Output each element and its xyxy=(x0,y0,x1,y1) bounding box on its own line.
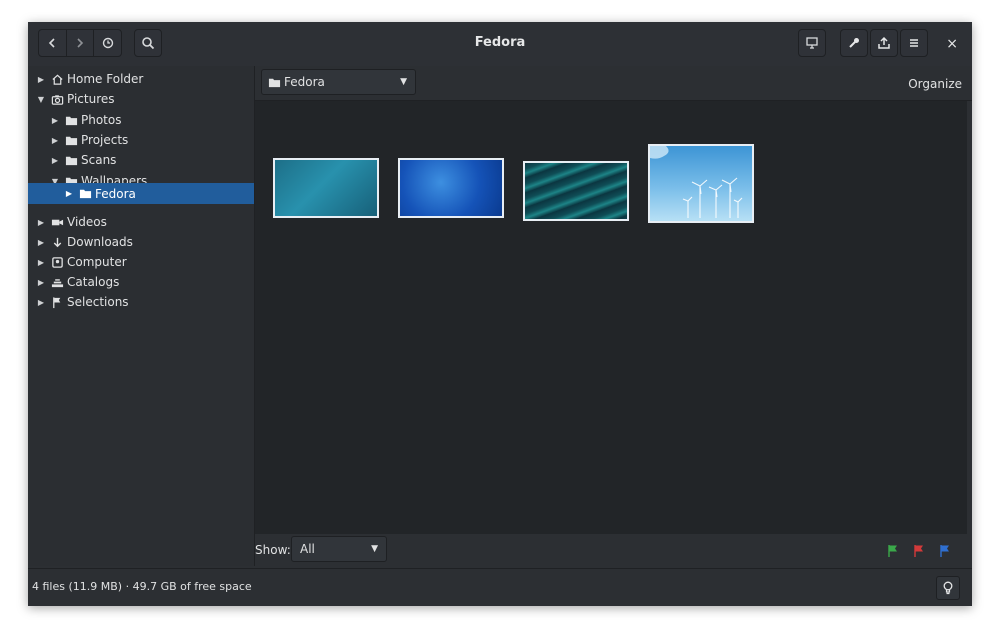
thumbnail-wallpaper-3[interactable] xyxy=(523,161,629,221)
blue-flag-icon[interactable] xyxy=(939,544,951,558)
status-text: 4 files (11.9 MB) · 49.7 GB of free spac… xyxy=(32,580,252,593)
sidebar-item-videos[interactable]: ▶ Videos xyxy=(28,212,254,232)
sidebar-item-label: Catalogs xyxy=(67,275,120,289)
share-icon xyxy=(878,36,890,49)
sidebar-item-projects[interactable]: ▶ Projects xyxy=(28,130,254,150)
expand-arrow-icon[interactable]: ▶ xyxy=(36,258,46,267)
folder-icon xyxy=(64,113,78,127)
sidebar-item-pictures[interactable]: ▼ Pictures xyxy=(28,89,254,109)
folder-icon xyxy=(268,76,281,89)
close-button[interactable]: × xyxy=(946,36,958,52)
thumbnail-wallpaper-4[interactable] xyxy=(648,144,754,223)
computer-icon xyxy=(50,255,64,269)
download-icon xyxy=(50,235,64,249)
window-title: Fedora xyxy=(474,35,526,50)
sidebar-item-label: Home Folder xyxy=(67,72,144,86)
filter-bar: Show: All ▼ xyxy=(255,534,972,568)
expand-arrow-icon[interactable]: ▶ xyxy=(36,238,46,247)
green-flag-icon[interactable] xyxy=(887,544,899,558)
sidebar-item-downloads[interactable]: ▶ Downloads xyxy=(28,232,254,252)
thumbnail-grid xyxy=(255,101,967,534)
red-flag-icon[interactable] xyxy=(913,544,925,558)
sidebar-item-fedora[interactable]: ▶ Fedora xyxy=(28,183,254,204)
camera-icon xyxy=(50,92,64,106)
sidebar-tree: ▶ Home Folder ▼ Pictures ▶ Photos ▶ Proj… xyxy=(28,66,255,566)
sidebar-item-computer[interactable]: ▶ Computer xyxy=(28,252,254,272)
expand-arrow-icon[interactable]: ▶ xyxy=(64,189,74,198)
sidebar-item-label: Projects xyxy=(81,133,129,147)
catalog-icon xyxy=(50,275,64,289)
presentation-icon xyxy=(806,37,818,49)
sidebar-item-label: Photos xyxy=(81,113,122,127)
share-button[interactable] xyxy=(870,29,898,57)
video-icon xyxy=(50,215,64,229)
header-bar: Fedora × xyxy=(28,22,972,67)
folder-icon xyxy=(64,133,78,147)
expand-arrow-icon[interactable]: ▶ xyxy=(36,75,46,84)
hamburger-icon xyxy=(910,39,918,47)
sidebar-item-catalogs[interactable]: ▶ Catalogs xyxy=(28,272,254,292)
sidebar-item-photos[interactable]: ▶ Photos xyxy=(28,110,254,130)
folder-combo[interactable]: Fedora ▼ xyxy=(261,69,416,95)
thumbnail-wallpaper-2[interactable] xyxy=(398,158,504,218)
lightbulb-icon xyxy=(943,581,953,595)
expand-arrow-icon[interactable]: ▶ xyxy=(36,218,46,227)
collapse-arrow-icon[interactable]: ▼ xyxy=(36,95,46,104)
wrench-icon xyxy=(849,38,859,48)
sidebar-item-label: Computer xyxy=(67,255,127,269)
sidebar-item-home-folder[interactable]: ▶ Home Folder xyxy=(28,69,254,89)
organize-button[interactable]: Organize xyxy=(908,77,962,91)
tools-button[interactable] xyxy=(840,29,868,57)
sidebar-item-label: Downloads xyxy=(67,235,133,249)
expand-arrow-icon[interactable]: ▶ xyxy=(50,156,60,165)
expand-arrow-icon[interactable]: ▶ xyxy=(36,298,46,307)
folder-icon xyxy=(78,187,92,201)
wind-turbines-graphic xyxy=(650,146,743,218)
slideshow-button[interactable] xyxy=(798,29,826,57)
folder-icon xyxy=(64,153,78,167)
browser-toolbar: Fedora ▼ Organize xyxy=(255,66,972,101)
show-label: Show: xyxy=(255,543,291,557)
home-icon xyxy=(50,72,64,86)
app-window: Fedora × ▶ Home Folder ▼ Pictures ▶ Phot… xyxy=(28,22,972,606)
sidebar-item-label: Pictures xyxy=(67,92,115,106)
flag-icon xyxy=(50,295,64,309)
expand-arrow-icon[interactable]: ▶ xyxy=(50,136,60,145)
sidebar-item-label: Videos xyxy=(67,215,107,229)
expand-arrow-icon[interactable]: ▶ xyxy=(50,116,60,125)
thumbnail-wallpaper-1[interactable] xyxy=(273,158,379,218)
sidebar-item-label: Scans xyxy=(81,153,117,167)
sidebar-item-label: Selections xyxy=(67,295,129,309)
expand-arrow-icon[interactable]: ▶ xyxy=(36,278,46,287)
dropdown-arrow-icon: ▼ xyxy=(371,544,378,554)
lightbulb-button[interactable] xyxy=(936,576,960,600)
menu-button[interactable] xyxy=(900,29,928,57)
dropdown-arrow-icon: ▼ xyxy=(400,77,407,87)
sidebar-item-selections[interactable]: ▶ Selections xyxy=(28,292,254,312)
folder-combo-label: Fedora xyxy=(284,75,325,89)
status-bar: 4 files (11.9 MB) · 49.7 GB of free spac… xyxy=(28,568,972,606)
sidebar-item-label: Fedora xyxy=(95,186,136,201)
show-filter-value: All xyxy=(300,542,315,556)
show-filter-combo[interactable]: All ▼ xyxy=(291,536,387,562)
sidebar-item-scans[interactable]: ▶ Scans xyxy=(28,150,254,170)
